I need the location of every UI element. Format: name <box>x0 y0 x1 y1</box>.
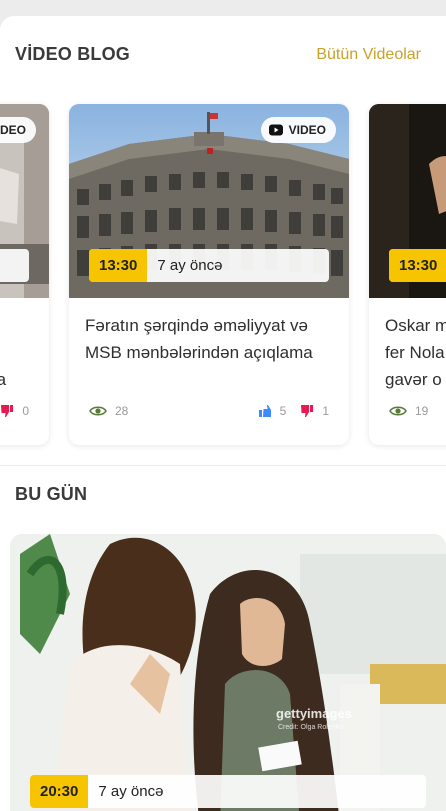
eye-icon <box>89 406 107 416</box>
youtube-icon <box>268 124 283 136</box>
video-card[interactable]: VIDEO zəh ğu ama 0 <box>0 104 49 445</box>
dislike-count: 1 <box>322 404 329 418</box>
dislike-count: 0 <box>22 404 29 418</box>
getty-watermark: gettyimages <box>276 706 352 721</box>
like-count: 5 <box>279 404 287 418</box>
thumbs-down-icon <box>301 405 314 417</box>
video-badge-label: VIDEO <box>288 123 326 137</box>
card-title-line: fer Nola <box>385 343 445 362</box>
card-title-line: zəh <box>0 312 33 339</box>
video-badge-label: VIDEO <box>0 123 26 137</box>
published-ago: 7 ay öncə <box>157 257 223 274</box>
section-title-video-blog: VİDEO BLOG <box>15 44 131 64</box>
time-bar: 20:30 7 ay öncə <box>30 775 426 808</box>
time-bar: 13:30 7 ay öncə <box>89 249 329 282</box>
video-badge: VIDEO <box>260 117 336 143</box>
time-bar <box>0 249 29 282</box>
card-title-line: ama <box>0 370 7 389</box>
card-stats: 0 <box>0 401 29 421</box>
video-duration: 20:30 <box>30 775 89 808</box>
card-stats: 19 <box>389 401 446 421</box>
video-duration: 13:30 <box>389 249 446 282</box>
today-thumbnail-photo <box>10 534 446 811</box>
card-title-line: Oskar m <box>385 316 446 335</box>
time-bar: 13:30 <box>389 249 446 282</box>
content-panel: VİDEO BLOG Bütün Videolar VIDEO <box>0 16 446 811</box>
card-title[interactable]: Oskar m fer Nola gavər o <box>385 312 446 393</box>
all-videos-link[interactable]: Bütün Videolar <box>316 46 421 64</box>
views-stat: 28 <box>89 404 128 418</box>
eye-icon <box>389 406 407 416</box>
today-video-card[interactable]: 20:30 7 ay öncə gettyimages Credit: Olga… <box>10 534 446 811</box>
thumbs-up-icon <box>258 405 271 417</box>
section-divider <box>0 465 446 466</box>
views-stat: 19 <box>389 404 428 418</box>
card-title-line: gavər o <box>385 370 442 389</box>
today-header: BU GÜN <box>15 484 421 505</box>
photo-credit: Credit: Olga Rolenko <box>278 724 343 731</box>
card-title[interactable]: Fəratın şərqində əməliyyat və MSB mənbəl… <box>85 312 333 366</box>
section-title-today: BU GÜN <box>15 484 88 504</box>
like-stat[interactable]: 5 <box>258 404 287 418</box>
video-card[interactable]: VIDEO 13:30 7 ay öncə Fəratın şərqində ə… <box>69 104 349 445</box>
video-badge: VIDEO <box>0 117 36 143</box>
dislike-stat[interactable]: 1 <box>300 404 329 418</box>
reactions: 5 1 <box>258 404 329 418</box>
video-carousel[interactable]: VIDEO zəh ğu ama 0 <box>0 104 446 446</box>
video-blog-header: VİDEO BLOG Bütün Videolar <box>15 44 421 65</box>
video-thumbnail[interactable]: VIDEO 13:30 7 ay öncə <box>69 104 349 298</box>
video-thumbnail[interactable]: VIDEO <box>0 104 49 298</box>
card-title-line: ğu <box>0 339 33 366</box>
thumbs-down-icon <box>1 405 14 417</box>
card-stats: 28 5 1 <box>89 401 329 421</box>
dislike-stat[interactable]: 0 <box>0 404 29 418</box>
views-count: 28 <box>115 404 129 418</box>
video-thumbnail[interactable]: 13:30 <box>369 104 446 298</box>
video-card[interactable]: 13:30 Oskar m fer Nola gavər o 19 <box>369 104 446 445</box>
views-count: 19 <box>415 404 429 418</box>
published-ago: 7 ay öncə <box>98 783 164 800</box>
video-duration: 13:30 <box>89 249 148 282</box>
card-title[interactable]: zəh ğu ama <box>0 312 33 393</box>
